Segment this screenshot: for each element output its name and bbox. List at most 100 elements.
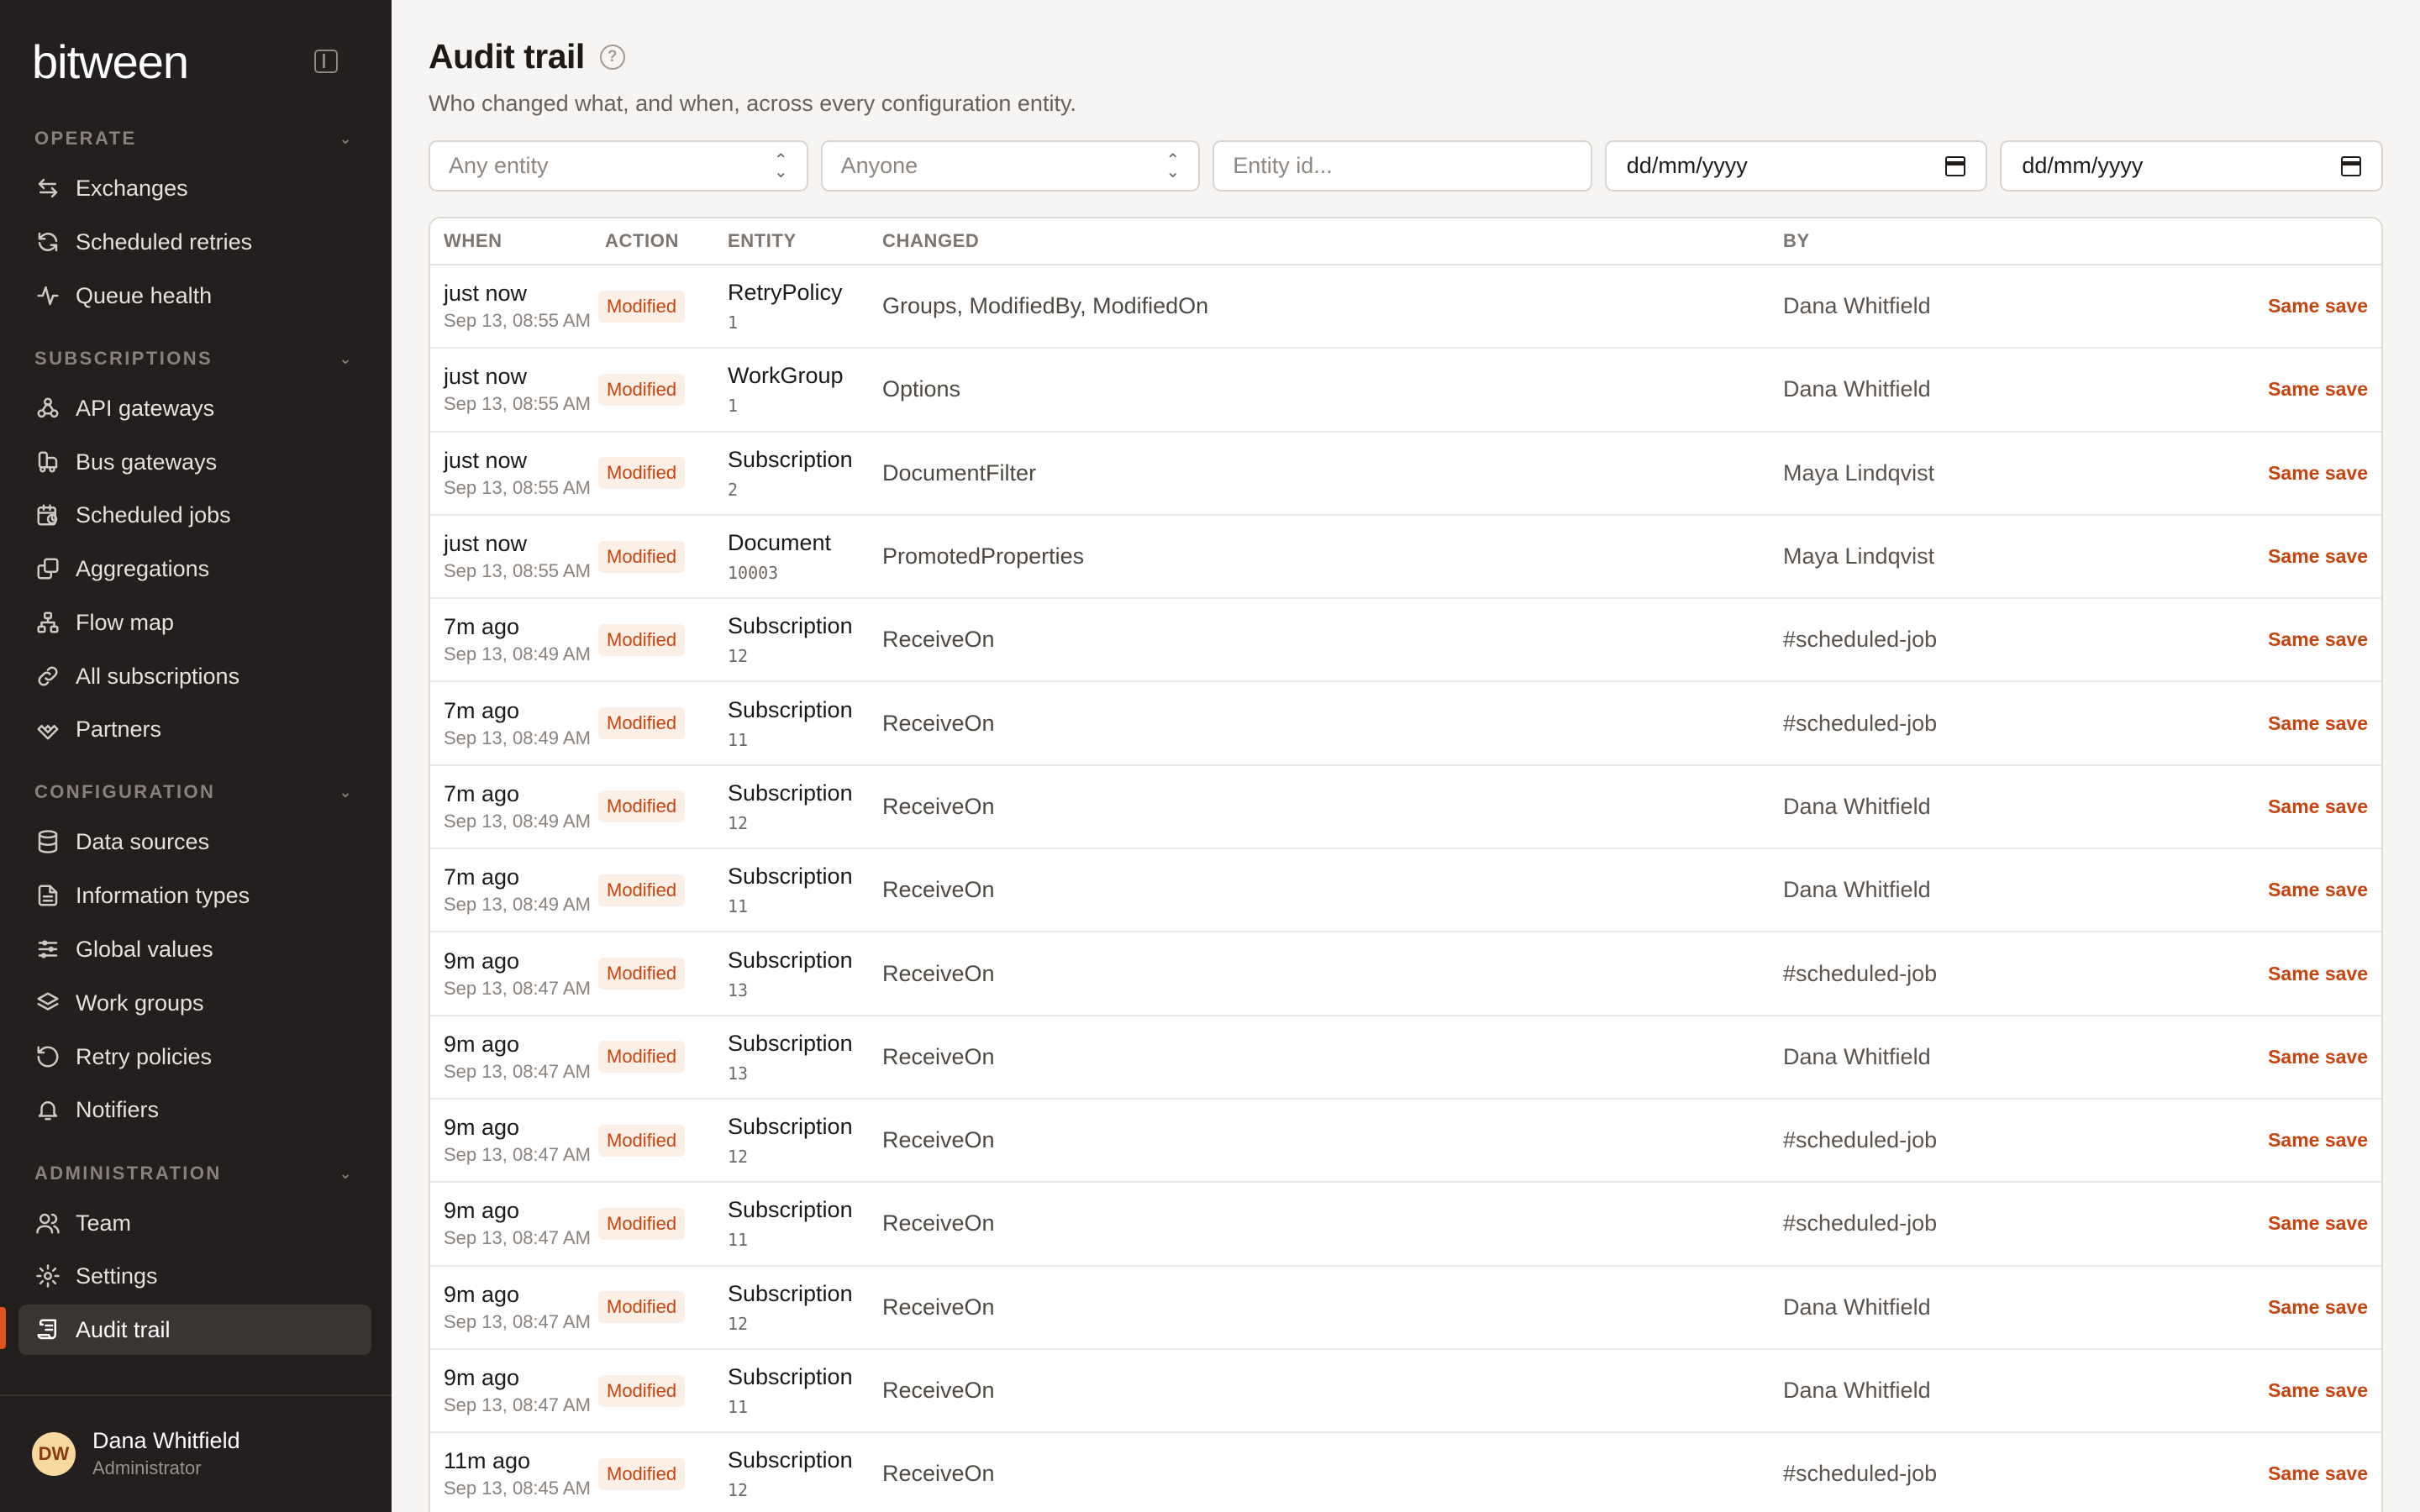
timestamp: Sep 13, 08:47 AM xyxy=(444,1227,591,1249)
same-save-link[interactable]: Same save xyxy=(2268,378,2368,400)
timestamp: Sep 13, 08:55 AM xyxy=(444,560,591,582)
user-profile[interactable]: DW Dana Whitfield Administrator xyxy=(32,1428,240,1479)
sidebar-item-information-types[interactable]: Information types xyxy=(18,870,371,921)
table-row[interactable]: 9m ago Sep 13, 08:47 AM Modified Subscripti… xyxy=(430,1016,2381,1100)
cell-entity: Subscription 12 xyxy=(728,1281,882,1334)
sidebar-item-partners[interactable]: Partners xyxy=(18,704,371,754)
table-row[interactable]: 7m ago Sep 13, 08:49 AM Modified Subscripti… xyxy=(430,849,2381,933)
entity-name: Subscription xyxy=(728,1447,853,1473)
cell-by: Dana Whitfield xyxy=(1783,376,1931,402)
cell-entity: Subscription 12 xyxy=(728,613,882,666)
cell-entity: Subscription 13 xyxy=(728,1031,882,1084)
same-save-link[interactable]: Same save xyxy=(2268,628,2368,650)
sidebar-item-notifiers[interactable]: Notifiers xyxy=(18,1084,371,1135)
same-save-link[interactable]: Same save xyxy=(2268,462,2368,484)
header-entity[interactable]: ENTITY xyxy=(728,230,882,252)
action-badge: Modified xyxy=(598,623,686,656)
table-row[interactable]: 7m ago Sep 13, 08:49 AM Modified Subscripti… xyxy=(430,766,2381,850)
date-to-input[interactable]: dd/mm/yyyy xyxy=(2000,140,2383,192)
date-from-input[interactable]: dd/mm/yyyy xyxy=(1604,140,1988,192)
timestamp: Sep 13, 08:47 AM xyxy=(444,1310,591,1332)
calendar-icon[interactable] xyxy=(1945,155,1966,176)
sidebar-item-all-subscriptions[interactable]: All subscriptions xyxy=(18,651,371,701)
section-subscriptions[interactable]: SUBSCRIPTIONS ⌄ xyxy=(34,342,357,375)
same-save-link[interactable]: Same save xyxy=(2268,545,2368,567)
entity-name: Subscription xyxy=(728,613,853,639)
same-save-link[interactable]: Same save xyxy=(2268,1046,2368,1068)
table-row[interactable]: just now Sep 13, 08:55 AM Modified WorkGrou… xyxy=(430,349,2381,433)
cell-action: Modified xyxy=(598,623,728,656)
sidebar-item-audit-trail[interactable]: Audit trail xyxy=(18,1305,371,1355)
app-logo: bitween xyxy=(32,34,189,88)
relative-time: 9m ago xyxy=(444,1365,520,1390)
cell-link: Same save xyxy=(2254,795,2381,818)
sidebar-item-global-values[interactable]: Global values xyxy=(18,924,371,974)
entity-select[interactable]: Any entity ⌃ ⌄ xyxy=(429,140,808,192)
header-by[interactable]: BY xyxy=(1783,230,2254,252)
header-action[interactable]: ACTION xyxy=(605,230,728,252)
table-row[interactable]: 9m ago Sep 13, 08:47 AM Modified Subscripti… xyxy=(430,1100,2381,1184)
sidebar-item-queue-health[interactable]: Queue health xyxy=(18,270,371,321)
entity-name: Subscription xyxy=(728,446,853,472)
sidebar-item-work-groups[interactable]: Work groups xyxy=(18,978,371,1028)
calendar-icon[interactable] xyxy=(2340,155,2361,176)
section-configuration[interactable]: CONFIGURATION ⌄ xyxy=(34,775,357,809)
action-badge: Modified xyxy=(598,290,686,323)
relative-time: 9m ago xyxy=(444,1198,520,1224)
table-row[interactable]: 9m ago Sep 13, 08:47 AM Modified Subscripti… xyxy=(430,1350,2381,1434)
users-icon xyxy=(35,1210,60,1236)
same-save-link[interactable]: Same save xyxy=(2268,1129,2368,1151)
sidebar-item-flow-map[interactable]: Flow map xyxy=(18,597,371,648)
sidebar-item-bus-gateways[interactable]: Bus gateways xyxy=(18,437,371,487)
action-badge: Modified xyxy=(598,1374,686,1407)
sidebar-item-retry-policies[interactable]: Retry policies xyxy=(18,1032,371,1082)
section-operate[interactable]: OPERATE ⌄ xyxy=(34,122,357,155)
table-row[interactable]: 7m ago Sep 13, 08:49 AM Modified Subscripti… xyxy=(430,599,2381,683)
cell-changed: ReceiveOn xyxy=(882,1210,995,1236)
cell-entity: Subscription 11 xyxy=(728,1197,882,1250)
header-when[interactable]: WHEN xyxy=(430,230,605,252)
audit-table: WHEN ACTION ENTITY CHANGED BY just now Se… xyxy=(429,217,2383,1512)
cell-action: Modified xyxy=(598,1041,728,1074)
table-row[interactable]: 9m ago Sep 13, 08:47 AM Modified Subscripti… xyxy=(430,1267,2381,1350)
entity-name: Subscription xyxy=(728,1364,853,1389)
same-save-link[interactable]: Same save xyxy=(2268,712,2368,734)
same-save-link[interactable]: Same save xyxy=(2268,1379,2368,1401)
same-save-link[interactable]: Same save xyxy=(2268,1462,2368,1484)
sidebar-item-scheduled-retries[interactable]: Scheduled retries xyxy=(18,217,371,267)
same-save-link[interactable]: Same save xyxy=(2268,1296,2368,1318)
user-select[interactable]: Anyone ⌃ ⌄ xyxy=(820,140,1201,192)
same-save-link[interactable]: Same save xyxy=(2268,295,2368,317)
same-save-link[interactable]: Same save xyxy=(2268,795,2368,817)
same-save-link[interactable]: Same save xyxy=(2268,879,2368,900)
help-icon[interactable]: ? xyxy=(599,44,625,70)
cell-when: 9m ago Sep 13, 08:47 AM xyxy=(430,1115,605,1166)
table-row[interactable]: 9m ago Sep 13, 08:47 AM Modified Subscripti… xyxy=(430,932,2381,1016)
cell-link: Same save xyxy=(2254,1379,2381,1402)
sidebar-item-aggregations[interactable]: Aggregations xyxy=(18,543,371,594)
sidebar-item-label: Scheduled jobs xyxy=(76,501,231,528)
sidebar-item-settings[interactable]: Settings xyxy=(18,1251,371,1301)
cell-when: just now Sep 13, 08:55 AM xyxy=(430,281,605,332)
table-row[interactable]: 7m ago Sep 13, 08:49 AM Modified Subscripti… xyxy=(430,682,2381,766)
table-row[interactable]: 9m ago Sep 13, 08:47 AM Modified Subscripti… xyxy=(430,1183,2381,1267)
entity-id-input[interactable]: Entity id... xyxy=(1213,140,1592,192)
table-row[interactable]: 11m ago Sep 13, 08:45 AM Modified Subscript… xyxy=(430,1433,2381,1512)
table-row[interactable]: just now Sep 13, 08:55 AM Modified Document… xyxy=(430,516,2381,600)
section-administration[interactable]: ADMINISTRATION ⌄ xyxy=(34,1157,357,1190)
action-badge: Modified xyxy=(598,540,686,573)
sidebar-item-api-gateways[interactable]: API gateways xyxy=(18,383,371,433)
table-row[interactable]: just now Sep 13, 08:55 AM Modified RetryPol… xyxy=(430,265,2381,349)
cell-action: Modified xyxy=(598,1374,728,1407)
table-row[interactable]: just now Sep 13, 08:55 AM Modified Subscrip… xyxy=(430,433,2381,516)
same-save-link[interactable]: Same save xyxy=(2268,963,2368,984)
sidebar-item-exchanges[interactable]: Exchanges xyxy=(18,163,371,213)
same-save-link[interactable]: Same save xyxy=(2268,1212,2368,1234)
sidebar-item-team[interactable]: Team xyxy=(18,1198,371,1248)
file-text-icon xyxy=(35,883,60,908)
sidebar-item-data-sources[interactable]: Data sources xyxy=(18,816,371,867)
sidebar-collapse-icon[interactable] xyxy=(314,50,338,73)
cell-when: 9m ago Sep 13, 08:47 AM xyxy=(430,1198,605,1249)
sidebar-item-scheduled-jobs[interactable]: Scheduled jobs xyxy=(18,490,371,540)
header-changed[interactable]: CHANGED xyxy=(882,230,1783,252)
